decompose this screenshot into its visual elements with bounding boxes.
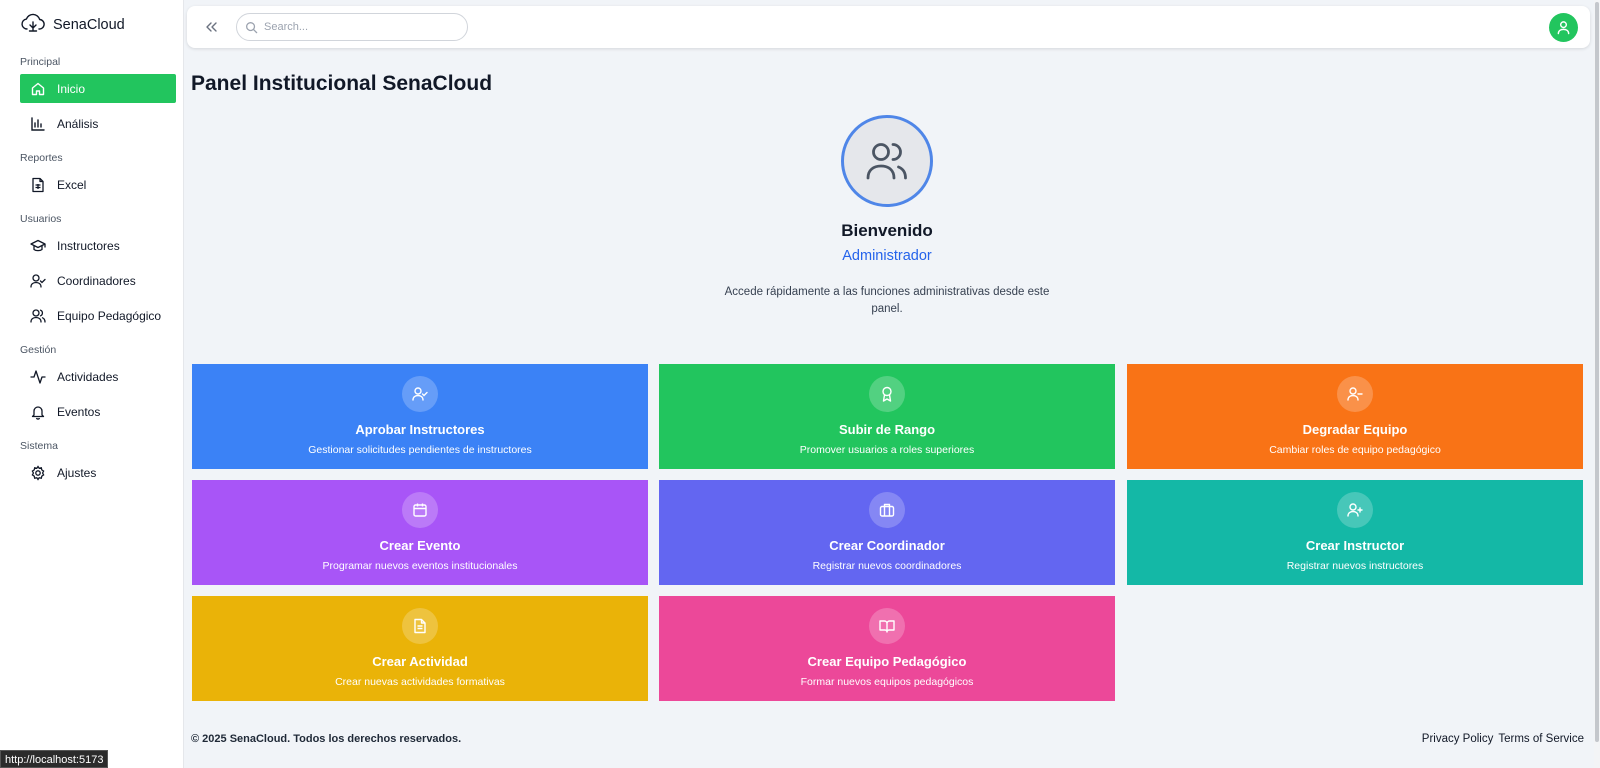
card-subtitle: Cambiar roles de equipo pedagógico xyxy=(1269,444,1441,456)
sidebar-item-label: Instructores xyxy=(57,238,120,253)
card-crear-actividad[interactable]: Crear Actividad Crear nuevas actividades… xyxy=(192,596,648,701)
page-title: Panel Institucional SenaCloud xyxy=(191,72,493,95)
brand[interactable]: SenaCloud xyxy=(20,12,183,38)
card-crear-equipo-pedagogico[interactable]: Crear Equipo Pedagógico Formar nuevos eq… xyxy=(659,596,1115,701)
section-label-sistema: Sistema xyxy=(20,440,58,452)
user-check-icon xyxy=(402,376,438,412)
card-title: Aprobar Instructores xyxy=(355,422,485,437)
search-input[interactable] xyxy=(264,21,464,33)
footer-links: Privacy Policy Terms of Service xyxy=(1422,733,1584,745)
home-icon xyxy=(30,81,46,97)
admin-avatar xyxy=(841,115,933,207)
gear-icon xyxy=(30,464,46,481)
collapse-sidebar-button[interactable] xyxy=(201,17,221,37)
card-subtitle: Crear nuevas actividades formativas xyxy=(335,676,505,688)
card-subtitle: Registrar nuevos instructores xyxy=(1286,560,1424,572)
card-subtitle: Registrar nuevos coordinadores xyxy=(812,560,962,572)
sidebar-item-actividades[interactable]: Actividades xyxy=(20,362,176,391)
sidebar-item-label: Ajustes xyxy=(57,465,97,480)
book-open-icon xyxy=(869,608,905,644)
top-header xyxy=(187,6,1590,48)
privacy-policy-link[interactable]: Privacy Policy xyxy=(1422,733,1494,745)
users-icon xyxy=(30,308,46,324)
card-title: Crear Coordinador xyxy=(829,538,945,553)
sidebar-item-label: Excel xyxy=(57,177,87,192)
sidebar-item-label: Inicio xyxy=(57,81,86,96)
sidebar-item-excel[interactable]: Excel xyxy=(20,170,176,199)
brand-name: SenaCloud xyxy=(53,17,125,33)
card-subtitle: Gestionar solicitudes pendientes de inst… xyxy=(308,444,532,456)
card-crear-coordinador[interactable]: Crear Coordinador Registrar nuevos coord… xyxy=(659,480,1115,585)
activity-icon xyxy=(30,369,46,385)
user-minus-icon xyxy=(1337,376,1373,412)
card-degradar-equipo[interactable]: Degradar Equipo Cambiar roles de equipo … xyxy=(1127,364,1583,469)
chevrons-left-icon xyxy=(203,19,219,35)
sidebar: SenaCloud Principal Inicio Análisis Repo… xyxy=(0,0,184,768)
terms-of-service-link[interactable]: Terms of Service xyxy=(1498,733,1584,745)
card-aprobar-instructores[interactable]: Aprobar Instructores Gestionar solicitud… xyxy=(192,364,648,469)
sidebar-item-ajustes[interactable]: Ajustes xyxy=(20,458,176,487)
spreadsheet-icon xyxy=(30,177,46,193)
briefcase-icon xyxy=(869,492,905,528)
footer-copyright: © 2025 SenaCloud. Todos los derechos res… xyxy=(191,733,462,745)
sidebar-item-inicio[interactable]: Inicio xyxy=(20,74,176,103)
sidebar-item-label: Equipo Pedagógico xyxy=(57,308,162,323)
card-subtitle: Programar nuevos eventos institucionales xyxy=(322,560,518,572)
bar-chart-icon xyxy=(30,116,46,132)
section-label-reportes: Reportes xyxy=(20,152,63,164)
card-subir-de-rango[interactable]: Subir de Rango Promover usuarios a roles… xyxy=(659,364,1115,469)
status-bar-url: http://localhost:5173 xyxy=(0,750,109,768)
section-label-principal: Principal xyxy=(20,56,61,68)
user-plus-icon xyxy=(1337,492,1373,528)
card-subtitle: Formar nuevos equipos pedagógicos xyxy=(800,676,974,688)
sidebar-item-label: Eventos xyxy=(57,404,101,419)
section-label-gestion: Gestión xyxy=(20,344,57,356)
sidebar-item-label: Actividades xyxy=(57,369,119,384)
sidebar-item-label: Análisis xyxy=(57,116,99,131)
user-icon xyxy=(1556,20,1571,35)
card-crear-evento[interactable]: Crear Evento Programar nuevos eventos in… xyxy=(192,480,648,585)
award-icon xyxy=(869,376,905,412)
welcome-title: Bienvenido xyxy=(841,221,933,240)
card-crear-instructor[interactable]: Crear Instructor Registrar nuevos instru… xyxy=(1127,480,1583,585)
welcome-role: Administrador xyxy=(842,248,932,264)
sidebar-item-analisis[interactable]: Análisis xyxy=(20,109,176,138)
card-title: Crear Equipo Pedagógico xyxy=(807,654,967,669)
card-title: Subir de Rango xyxy=(838,422,936,437)
welcome-text: Accede rápidamente a las funciones admin… xyxy=(724,286,1050,315)
card-title: Crear Evento xyxy=(379,538,461,553)
calendar-icon xyxy=(402,492,438,528)
user-check-icon xyxy=(30,273,46,289)
sidebar-item-eventos[interactable]: Eventos xyxy=(20,397,176,426)
page-scrollbar[interactable] xyxy=(1594,0,1600,768)
search-icon xyxy=(245,21,258,34)
card-title: Crear Actividad xyxy=(372,654,468,669)
document-icon xyxy=(402,608,438,644)
sidebar-item-instructores[interactable]: Instructores xyxy=(20,231,176,260)
graduation-cap-icon xyxy=(30,238,46,254)
card-title: Degradar Equipo xyxy=(1302,422,1408,437)
sidebar-item-label: Coordinadores xyxy=(57,273,136,288)
card-title: Crear Instructor xyxy=(1305,538,1405,553)
sidebar-item-equipo-pedagogico[interactable]: Equipo Pedagógico xyxy=(20,301,176,330)
bell-icon xyxy=(30,404,46,420)
users-icon xyxy=(864,138,910,184)
sidebar-item-coordinadores[interactable]: Coordinadores xyxy=(20,266,176,295)
card-subtitle: Promover usuarios a roles superiores xyxy=(799,444,975,456)
search-box[interactable] xyxy=(236,13,468,41)
scrollbar-thumb[interactable] xyxy=(1595,2,1599,742)
user-menu-button[interactable] xyxy=(1549,13,1578,42)
section-label-usuarios: Usuarios xyxy=(20,213,62,225)
cloud-logo-icon xyxy=(20,10,46,41)
